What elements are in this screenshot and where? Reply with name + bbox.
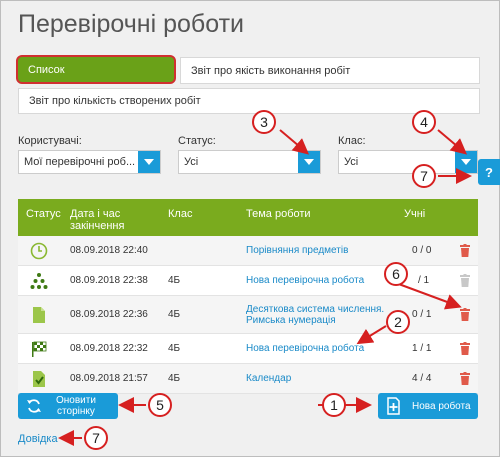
table-row[interactable]: 08.09.2018 22:36 4Б Десяткова система чи… [18, 296, 478, 334]
trash-icon[interactable] [460, 244, 470, 257]
header-class: Клас [168, 208, 193, 220]
status-filter-label: Статус: [178, 135, 216, 147]
row-students: 4 / 4 [412, 373, 432, 384]
help-button[interactable]: ? [478, 159, 500, 185]
row-class: 4Б [168, 373, 181, 384]
class-select[interactable]: Усі [338, 150, 478, 174]
status-select[interactable]: Усі [178, 150, 321, 174]
tab-list[interactable]: Список [16, 55, 176, 84]
document-icon [33, 307, 45, 323]
row-topic-link[interactable]: Календар [246, 364, 291, 393]
row-students: 0 / 1 [412, 309, 432, 320]
add-document-icon [387, 397, 400, 415]
refresh-button-label: Оновити сторінку [56, 395, 96, 417]
row-topic-link[interactable]: Десяткова система числення. Римська нуме… [246, 296, 384, 333]
class-select-value: Усі [344, 156, 359, 168]
table-header: Статус Дата і час закінчення Клас Тема р… [18, 199, 478, 236]
row-topic-link[interactable]: Нова перевірочна робота [246, 334, 364, 363]
row-topic-line2: Римська нумерація [246, 314, 336, 326]
document-check-icon [33, 371, 45, 387]
trash-icon[interactable] [460, 372, 470, 385]
row-students: / 1 [418, 275, 430, 286]
chevron-down-icon[interactable] [138, 151, 160, 173]
clock-icon [30, 242, 48, 260]
chevron-down-icon[interactable] [455, 151, 477, 173]
new-work-button[interactable]: Нова робота [378, 393, 478, 419]
row-datetime: 08.09.2018 22:38 [70, 275, 148, 286]
header-topic: Тема роботи [246, 208, 311, 220]
row-class: 4Б [168, 343, 181, 354]
row-datetime: 08.09.2018 22:36 [70, 309, 148, 320]
header-datetime-line1: Дата і час [70, 208, 121, 220]
refresh-label-line1: Оновити [56, 395, 96, 406]
header-datetime: Дата і час закінчення [70, 208, 124, 232]
row-datetime: 08.09.2018 21:57 [70, 373, 148, 384]
users-select-value: Мої перевірочні роб... [24, 156, 136, 168]
table-row[interactable]: 08.09.2018 22:40 Порівняння предметів 0 … [18, 236, 478, 266]
row-topic-link[interactable]: Порівняння предметів [246, 236, 348, 265]
users-filter-label: Користувачі: [18, 135, 82, 147]
table-row[interactable]: 08.09.2018 22:32 4Б Нова перевірочна роб… [18, 334, 478, 364]
new-work-label: Нова робота [412, 400, 471, 412]
header-datetime-line2: закінчення [70, 220, 125, 232]
refresh-button[interactable]: Оновити сторінку [18, 393, 118, 419]
row-datetime: 08.09.2018 22:32 [70, 343, 148, 354]
row-class: 4Б [168, 275, 181, 286]
row-class: 4Б [168, 309, 181, 320]
row-students: 0 / 0 [412, 245, 432, 256]
page-title: Перевірочні роботи [18, 10, 245, 38]
refresh-label-line2: сторінку [57, 406, 95, 417]
works-table: Статус Дата і час закінчення Клас Тема р… [18, 199, 478, 394]
help-link[interactable]: Довідка [18, 433, 58, 445]
chevron-down-icon[interactable] [298, 151, 320, 173]
trash-icon[interactable] [460, 342, 470, 355]
checkered-flag-icon [32, 341, 47, 357]
trash-icon[interactable] [460, 308, 470, 321]
hierarchy-icon [30, 273, 48, 289]
refresh-icon [27, 399, 41, 413]
tab-quality-report[interactable]: Звіт про якість виконання робіт [180, 57, 480, 84]
users-select[interactable]: Мої перевірочні роб... [18, 150, 161, 174]
status-select-value: Усі [184, 156, 199, 168]
row-datetime: 08.09.2018 22:40 [70, 245, 148, 256]
header-students: Учні [404, 208, 426, 220]
row-topic-line1: Десяткова система числення. [246, 303, 385, 315]
header-status: Статус [26, 208, 61, 220]
class-filter-label: Клас: [338, 135, 366, 147]
row-students: 1 / 1 [412, 343, 432, 354]
table-row[interactable]: 08.09.2018 21:57 4Б Календар 4 / 4 [18, 364, 478, 394]
trash-icon [460, 274, 470, 287]
row-topic-link[interactable]: Нова перевірочна робота [246, 266, 364, 295]
table-row[interactable]: 08.09.2018 22:38 4Б Нова перевірочна роб… [18, 266, 478, 296]
tab-count-report[interactable]: Звіт про кількість створених робіт [18, 88, 480, 114]
